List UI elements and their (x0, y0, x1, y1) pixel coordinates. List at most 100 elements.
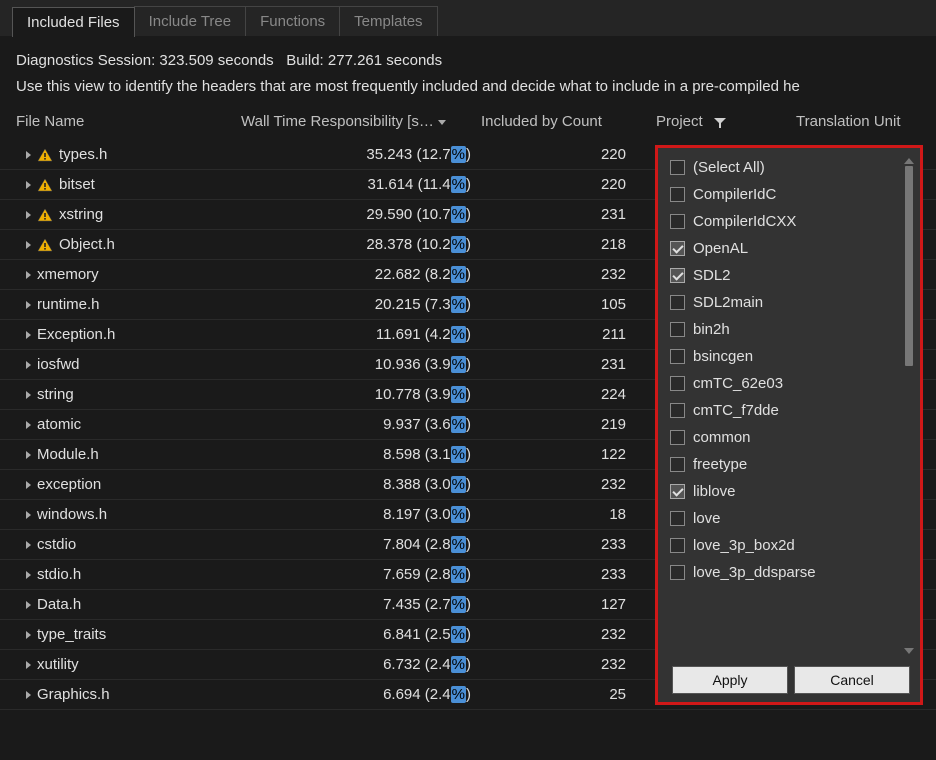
filter-item[interactable]: love (666, 505, 916, 532)
session-value: 323.509 seconds (159, 52, 273, 69)
scroll-down-icon[interactable] (904, 648, 914, 654)
file-name: Data.h (37, 596, 81, 613)
expand-icon[interactable] (26, 331, 31, 339)
filter-icon[interactable] (713, 116, 727, 128)
cell-walltime: 7.804 (2.8%) (241, 536, 481, 553)
cell-count: 105 (481, 296, 656, 313)
checkbox[interactable] (670, 538, 685, 553)
filter-item[interactable]: liblove (666, 478, 916, 505)
expand-icon[interactable] (26, 691, 31, 699)
expand-icon[interactable] (26, 271, 31, 279)
cell-count: 122 (481, 446, 656, 463)
checkbox[interactable] (670, 214, 685, 229)
tab-include-tree[interactable]: Include Tree (134, 6, 247, 36)
expand-icon[interactable] (26, 511, 31, 519)
cell-file: xstring (16, 206, 241, 223)
apply-button[interactable]: Apply (672, 666, 788, 694)
expand-icon[interactable] (26, 421, 31, 429)
filter-item[interactable]: cmTC_62e03 (666, 370, 916, 397)
filter-item[interactable]: CompilerIdC (666, 181, 916, 208)
cell-count: 220 (481, 146, 656, 163)
filter-item-label: CompilerIdCXX (693, 213, 796, 230)
file-name: xstring (59, 206, 103, 223)
cell-walltime: 7.435 (2.7%) (241, 596, 481, 613)
cell-file: bitset (16, 176, 241, 193)
expand-icon[interactable] (26, 211, 31, 219)
column-header-walltime-label: Wall Time Responsibility [s… (241, 113, 434, 130)
filter-item[interactable]: SDL2main (666, 289, 916, 316)
file-name: xmemory (37, 266, 99, 283)
checkbox[interactable] (670, 349, 685, 364)
expand-icon[interactable] (26, 541, 31, 549)
filter-item-label: bin2h (693, 321, 730, 338)
checkbox[interactable] (670, 457, 685, 472)
expand-icon[interactable] (26, 631, 31, 639)
checkbox[interactable] (670, 484, 685, 499)
filter-item-label: love (693, 510, 721, 527)
tab-templates[interactable]: Templates (339, 6, 437, 36)
expand-icon[interactable] (26, 301, 31, 309)
checkbox[interactable] (670, 376, 685, 391)
expand-icon[interactable] (26, 481, 31, 489)
filter-item[interactable]: OpenAL (666, 235, 916, 262)
cell-count: 224 (481, 386, 656, 403)
column-header-file[interactable]: File Name (16, 113, 241, 130)
cell-walltime: 31.614 (11.4%) (241, 176, 481, 193)
filter-item-label: cmTC_f7dde (693, 402, 779, 419)
expand-icon[interactable] (26, 151, 31, 159)
column-header-count[interactable]: Included by Count (481, 113, 656, 130)
cell-count: 231 (481, 206, 656, 223)
file-name: Graphics.h (37, 686, 110, 703)
filter-item[interactable]: love_3p_box2d (666, 532, 916, 559)
filter-item[interactable]: SDL2 (666, 262, 916, 289)
expand-icon[interactable] (26, 181, 31, 189)
filter-item[interactable]: bin2h (666, 316, 916, 343)
filter-item[interactable]: common (666, 424, 916, 451)
filter-scrollbar[interactable] (904, 158, 914, 654)
checkbox[interactable] (670, 160, 685, 175)
filter-item-label: freetype (693, 456, 747, 473)
filter-item[interactable]: (Select All) (666, 154, 916, 181)
checkbox[interactable] (670, 511, 685, 526)
file-name: Module.h (37, 446, 99, 463)
cell-count: 211 (481, 326, 656, 343)
scroll-up-icon[interactable] (904, 158, 914, 164)
file-name: iosfwd (37, 356, 80, 373)
checkbox[interactable] (670, 187, 685, 202)
filter-item[interactable]: freetype (666, 451, 916, 478)
expand-icon[interactable] (26, 361, 31, 369)
expand-icon[interactable] (26, 451, 31, 459)
project-filter-popup: (Select All)CompilerIdC CompilerIdCXX Open… (655, 145, 923, 705)
file-name: type_traits (37, 626, 106, 643)
file-name: xutility (37, 656, 79, 673)
cell-file: type_traits (16, 626, 241, 643)
checkbox[interactable] (670, 268, 685, 283)
checkbox[interactable] (670, 322, 685, 337)
filter-item-label: love_3p_box2d (693, 537, 795, 554)
column-header-walltime[interactable]: Wall Time Responsibility [s… (241, 113, 481, 130)
checkbox[interactable] (670, 295, 685, 310)
expand-icon[interactable] (26, 571, 31, 579)
column-header-translation-unit[interactable]: Translation Unit (796, 113, 936, 130)
cell-file: string (16, 386, 241, 403)
tab-functions[interactable]: Functions (245, 6, 340, 36)
filter-item[interactable]: cmTC_f7dde (666, 397, 916, 424)
column-header-project[interactable]: Project (656, 113, 796, 130)
cancel-button[interactable]: Cancel (794, 666, 910, 694)
filter-item[interactable]: CompilerIdCXX (666, 208, 916, 235)
diagnostics-info: Diagnostics Session: 323.509 seconds Bui… (0, 38, 936, 105)
cell-walltime: 28.378 (10.2%) (241, 236, 481, 253)
expand-icon[interactable] (26, 241, 31, 249)
checkbox[interactable] (670, 430, 685, 445)
filter-item[interactable]: bsincgen (666, 343, 916, 370)
checkbox[interactable] (670, 241, 685, 256)
scroll-thumb[interactable] (905, 166, 913, 366)
filter-item-label: common (693, 429, 751, 446)
checkbox[interactable] (670, 403, 685, 418)
expand-icon[interactable] (26, 601, 31, 609)
checkbox[interactable] (670, 565, 685, 580)
expand-icon[interactable] (26, 391, 31, 399)
expand-icon[interactable] (26, 661, 31, 669)
tab-included-files[interactable]: Included Files (12, 7, 135, 37)
filter-item[interactable]: love_3p_ddsparse (666, 559, 916, 586)
